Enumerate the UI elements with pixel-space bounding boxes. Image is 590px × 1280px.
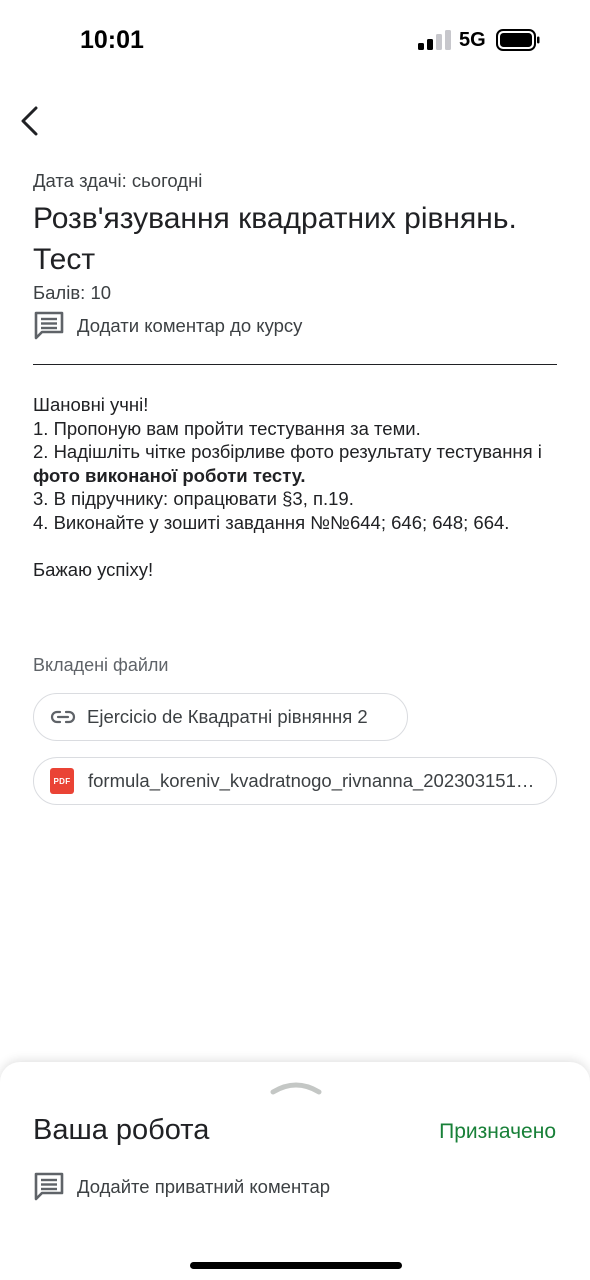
status-bar: 10:01 5G <box>0 0 590 80</box>
attachment-link-label: Ejercicio de Квадратні рівняння 2 <box>87 706 368 727</box>
network-type: 5G <box>459 29 486 51</box>
battery-icon <box>496 29 540 51</box>
description-line: 1. Пропоную вам пройти тестування за тем… <box>33 417 421 439</box>
comment-icon <box>34 1172 64 1201</box>
assignment-description: Шановні учні! 1. Пропоную вам пройти тес… <box>33 393 557 581</box>
add-class-comment-button[interactable]: Додати коментар до курсу <box>33 311 302 341</box>
chevron-left-icon <box>21 106 38 136</box>
home-indicator <box>190 1262 402 1269</box>
attachments-header: Вкладені файли <box>33 655 169 675</box>
attachment-link-chip[interactable]: Ejercicio de Квадратні рівняння 2 <box>33 693 408 741</box>
link-icon <box>50 710 76 724</box>
comment-icon <box>34 311 64 340</box>
description-line: Бажаю успіху! <box>33 558 154 580</box>
assignment-title: Розв'язування квадратних рівнянь. Тест <box>33 202 517 276</box>
work-status-badge: Призначено <box>439 1120 556 1143</box>
add-private-comment-button[interactable]: Додайте приватний коментар <box>33 1172 330 1202</box>
description-line: 3. В підручнику: опрацювати §3, п.19. <box>33 488 354 509</box>
description-line: Шановні учні! <box>33 394 149 415</box>
pdf-icon: PDF <box>50 768 74 794</box>
add-private-comment-label: Додайте приватний коментар <box>77 1176 331 1197</box>
signal-icon <box>418 30 451 50</box>
description-line: 2. Надішліть чітке розбірливе фото резул… <box>33 441 542 486</box>
back-button[interactable] <box>16 102 50 140</box>
divider <box>33 364 557 365</box>
your-work-title: Ваша робота <box>33 1114 210 1146</box>
points: Балів: 10 <box>33 282 112 303</box>
attachment-pdf-label: formula_koreniv_kvadratnogo_rivnanna_202… <box>88 770 538 791</box>
due-date: Дата здачі: сьогодні <box>33 170 203 191</box>
add-class-comment-label: Додати коментар до курсу <box>77 315 303 336</box>
status-time: 10:01 <box>80 26 144 54</box>
description-bold-text: фото виконаної роботи тесту. <box>33 464 306 486</box>
attachment-pdf-chip[interactable]: PDF formula_koreniv_kvadratnogo_rivnanna… <box>33 757 557 805</box>
description-line: 4. Виконайте у зошиті завдання №№644; 64… <box>33 511 510 533</box>
expand-sheet-handle[interactable] <box>270 1080 322 1096</box>
